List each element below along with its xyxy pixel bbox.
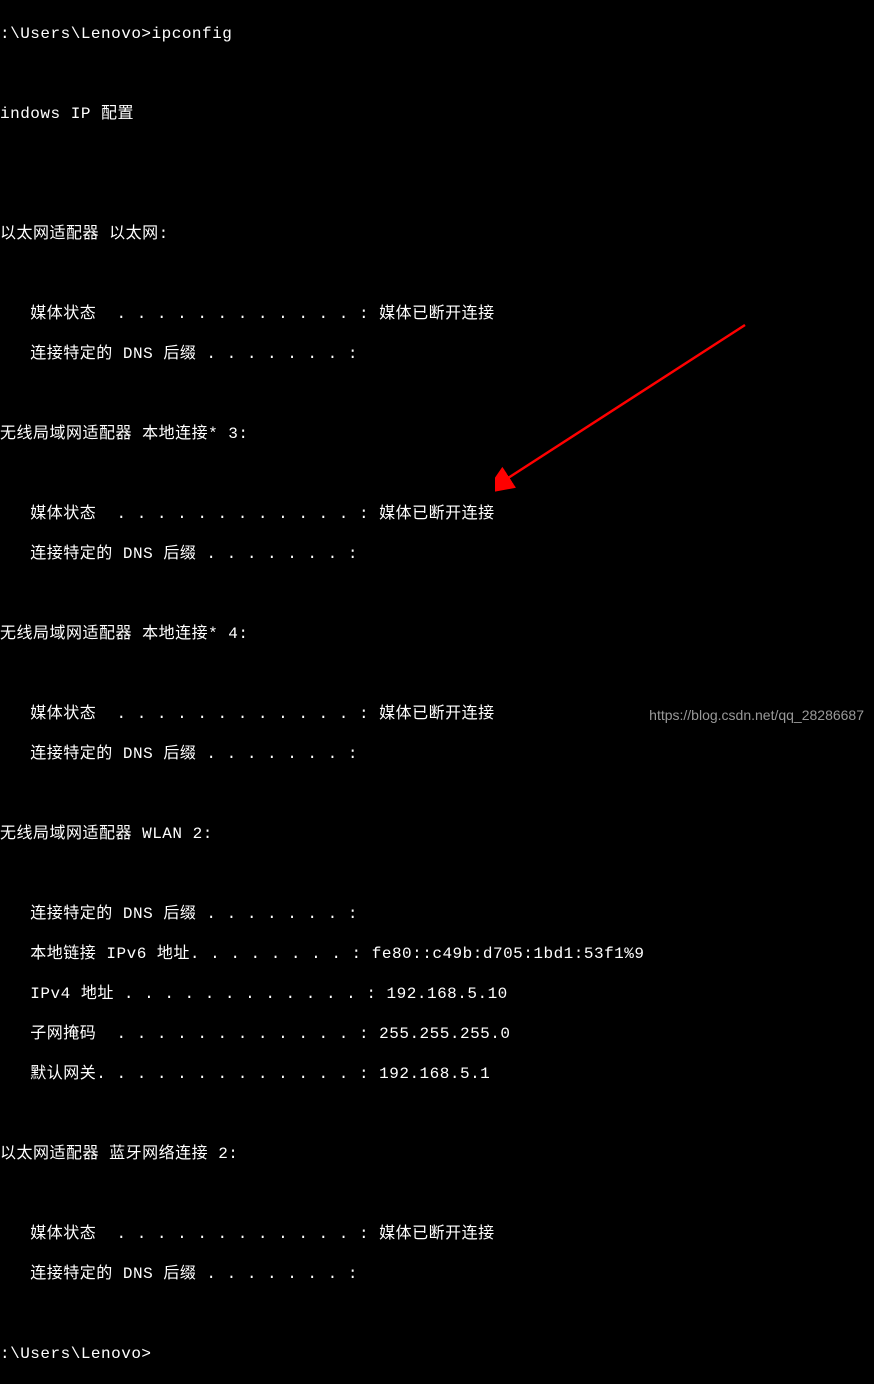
blank-line xyxy=(0,384,874,404)
ipv6-address-line: 本地链接 IPv6 地址. . . . . . . . : fe80::c49b… xyxy=(0,944,874,964)
adapter-ethernet-title: 以太网适配器 以太网: xyxy=(0,224,874,244)
blank-line xyxy=(0,664,874,684)
dns-suffix-line: 连接特定的 DNS 后缀 . . . . . . . : xyxy=(0,1264,874,1284)
dns-suffix-line: 连接特定的 DNS 后缀 . . . . . . . : xyxy=(0,544,874,564)
blank-line xyxy=(0,1104,874,1124)
dns-suffix-line: 连接特定的 DNS 后缀 . . . . . . . : xyxy=(0,344,874,364)
media-state-line: 媒体状态 . . . . . . . . . . . . : 媒体已断开连接 xyxy=(0,1224,874,1244)
watermark-text: https://blog.csdn.net/qq_28286687 xyxy=(649,707,864,725)
blank-line xyxy=(0,144,874,164)
media-state-line: 媒体状态 . . . . . . . . . . . . : 媒体已断开连接 xyxy=(0,504,874,524)
blank-line xyxy=(0,1304,874,1324)
blank-line xyxy=(0,264,874,284)
blank-line xyxy=(0,1184,874,1204)
command-prompt-line: :\Users\Lenovo>ipconfig xyxy=(0,24,874,44)
dns-suffix-line: 连接特定的 DNS 后缀 . . . . . . . : xyxy=(0,744,874,764)
adapter-wlan2-title: 无线局域网适配器 WLAN 2: xyxy=(0,824,874,844)
adapter-bluetooth-title: 以太网适配器 蓝牙网络连接 2: xyxy=(0,1144,874,1164)
adapter-wlan4-title: 无线局域网适配器 本地连接* 4: xyxy=(0,624,874,644)
media-state-line: 媒体状态 . . . . . . . . . . . . : 媒体已断开连接 xyxy=(0,304,874,324)
command-prompt-line: :\Users\Lenovo> xyxy=(0,1344,874,1364)
gateway-line: 默认网关. . . . . . . . . . . . . : 192.168.… xyxy=(0,1064,874,1084)
adapter-wlan3-title: 无线局域网适配器 本地连接* 3: xyxy=(0,424,874,444)
terminal-output[interactable]: :\Users\Lenovo>ipconfig indows IP 配置 以太网… xyxy=(0,4,874,1384)
blank-line xyxy=(0,184,874,204)
blank-line xyxy=(0,64,874,84)
dns-suffix-line: 连接特定的 DNS 后缀 . . . . . . . : xyxy=(0,904,874,924)
ipv4-address-line: IPv4 地址 . . . . . . . . . . . . : 192.16… xyxy=(0,984,874,1004)
blank-line xyxy=(0,464,874,484)
ipconfig-header: indows IP 配置 xyxy=(0,104,874,124)
blank-line xyxy=(0,784,874,804)
blank-line xyxy=(0,584,874,604)
blank-line xyxy=(0,864,874,884)
subnet-mask-line: 子网掩码 . . . . . . . . . . . . : 255.255.2… xyxy=(0,1024,874,1044)
